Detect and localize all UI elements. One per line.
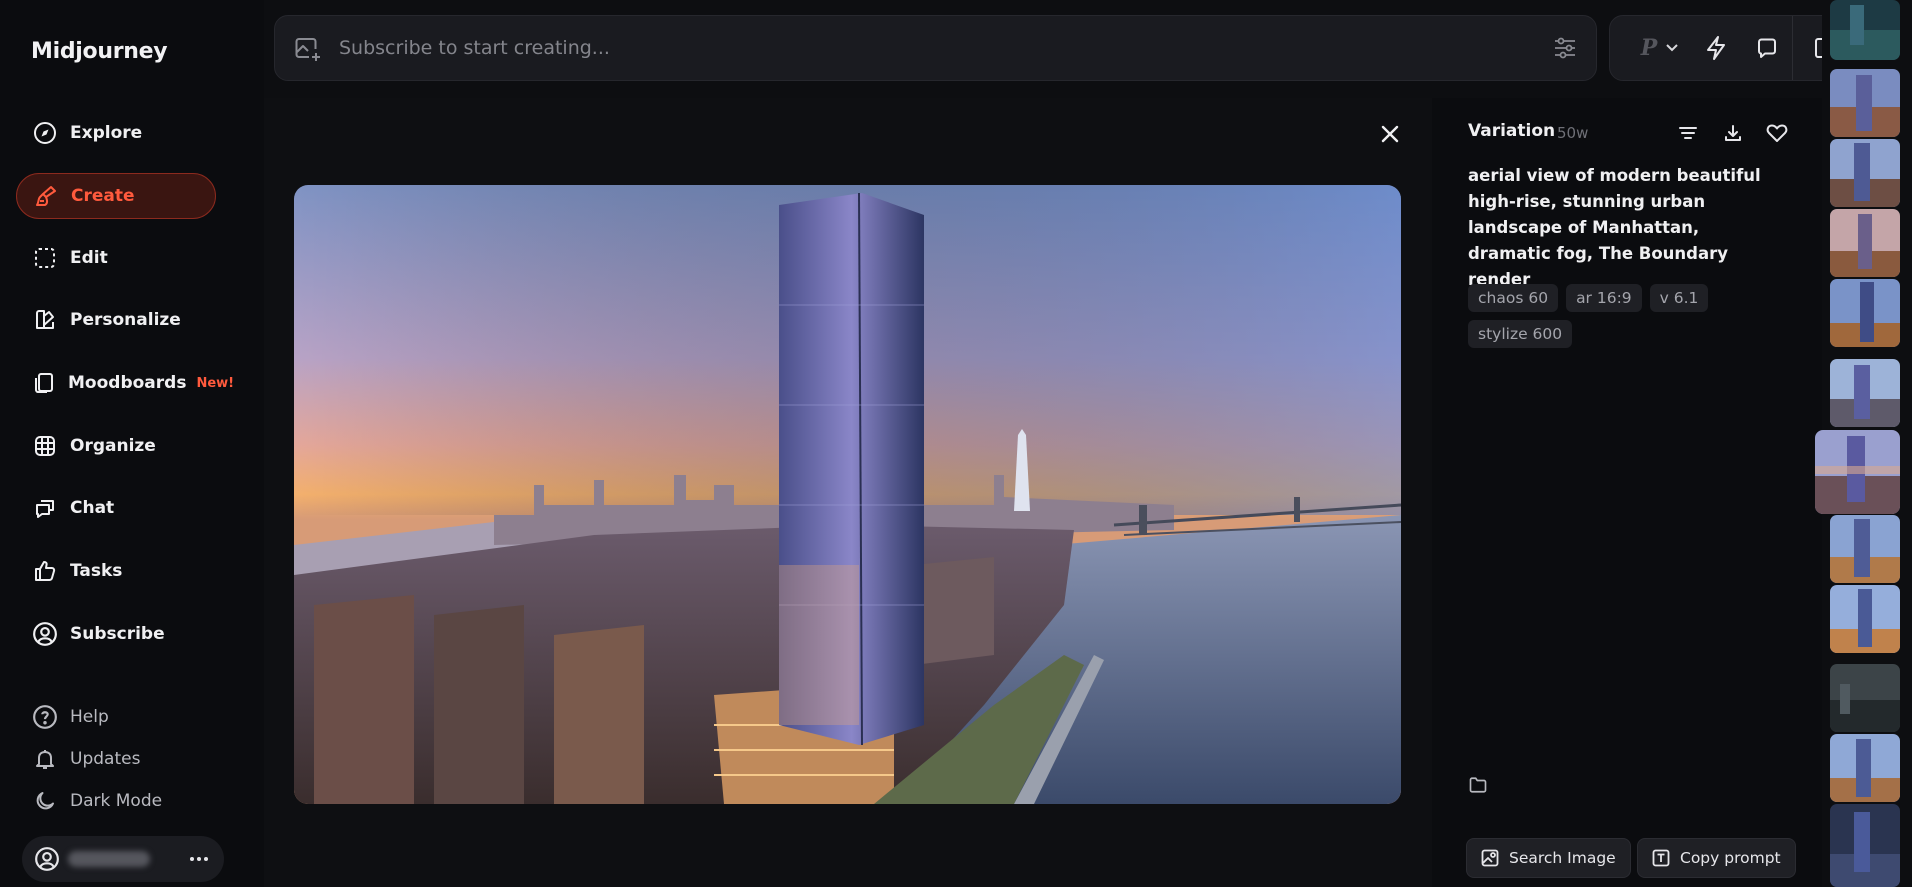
- folder-icon: [1468, 776, 1488, 794]
- like-button[interactable]: [1763, 119, 1791, 147]
- toolbar-divider: [1792, 16, 1793, 80]
- add-image-icon[interactable]: [291, 32, 323, 64]
- prompt-bar: [274, 15, 1597, 81]
- nav-chat-label: Chat: [70, 498, 115, 518]
- nav-create[interactable]: Create: [16, 173, 216, 219]
- brush-icon: [33, 183, 59, 209]
- download-icon: [1723, 123, 1743, 143]
- thumbs-up-icon: [32, 558, 58, 584]
- thumbnail[interactable]: [1830, 734, 1900, 802]
- personalize-label: P: [1640, 35, 1658, 61]
- param-chip[interactable]: chaos 60: [1468, 284, 1559, 312]
- parameter-chips: chaos 60 ar 16:9 v 6.1 stylize 600: [1468, 284, 1768, 348]
- prompt-input[interactable]: [337, 36, 1552, 60]
- grid-icon: [32, 433, 58, 459]
- nav-subscribe[interactable]: Subscribe: [16, 611, 216, 657]
- image-search-icon: [1481, 849, 1499, 867]
- heart-icon: [1766, 123, 1788, 143]
- chat-mode-button[interactable]: [1745, 16, 1789, 80]
- generated-image[interactable]: [294, 185, 1401, 804]
- chat-icon: [32, 495, 58, 521]
- more-options-icon[interactable]: [188, 855, 210, 863]
- dark-mode-label: Dark Mode: [70, 791, 163, 811]
- user-menu[interactable]: [22, 836, 224, 882]
- app-logo[interactable]: Midjourney: [31, 39, 168, 64]
- thumbnail[interactable]: [1830, 585, 1900, 653]
- close-button[interactable]: [1374, 118, 1406, 150]
- nav-help-label: Help: [70, 707, 109, 727]
- prompt-text[interactable]: aerial view of modern beautiful high-ris…: [1468, 163, 1768, 293]
- help-icon: [32, 704, 58, 730]
- add-to-folder-button[interactable]: [1463, 770, 1493, 800]
- nav-explore-label: Explore: [70, 123, 143, 143]
- nav-help[interactable]: Help: [16, 699, 216, 735]
- nav-subscribe-label: Subscribe: [70, 624, 165, 644]
- nav-organize-label: Organize: [70, 436, 156, 456]
- moon-icon: [32, 788, 58, 814]
- details-menu-button[interactable]: [1674, 119, 1702, 147]
- chevron-down-icon: [1665, 43, 1679, 53]
- nav-edit[interactable]: Edit: [16, 235, 216, 281]
- nav-updates-label: Updates: [70, 749, 141, 769]
- menu-lines-icon: [1678, 125, 1698, 141]
- param-chip[interactable]: ar 16:9: [1566, 284, 1642, 312]
- close-icon: [1381, 125, 1399, 143]
- param-chip[interactable]: stylize 600: [1468, 320, 1573, 348]
- nav-edit-label: Edit: [70, 248, 108, 268]
- speed-button[interactable]: [1696, 16, 1736, 80]
- thumbnail[interactable]: [1830, 664, 1900, 732]
- avatar: [34, 846, 60, 872]
- variation-title: Variation: [1468, 121, 1556, 141]
- param-chip[interactable]: v 6.1: [1649, 284, 1709, 312]
- nav-tasks-label: Tasks: [70, 561, 123, 581]
- search-image-button[interactable]: Search Image: [1466, 838, 1631, 878]
- nav-moodboards[interactable]: Moodboards New!: [16, 360, 234, 406]
- download-button[interactable]: [1719, 119, 1747, 147]
- nav-updates[interactable]: Updates: [16, 741, 216, 777]
- text-copy-icon: [1652, 849, 1670, 867]
- search-image-label: Search Image: [1509, 849, 1616, 867]
- compass-icon: [32, 120, 58, 146]
- thumbnail[interactable]: [1830, 69, 1900, 137]
- bell-icon: [32, 746, 58, 772]
- nav-personalize-label: Personalize: [70, 310, 181, 330]
- personalize-icon: [32, 307, 58, 333]
- personalize-dropdown[interactable]: P: [1630, 16, 1690, 80]
- thumbnail[interactable]: [1830, 0, 1900, 60]
- thumbnail[interactable]: [1830, 209, 1900, 277]
- user-circle-icon: [32, 621, 58, 647]
- thumbnail[interactable]: [1830, 804, 1900, 887]
- thumbnail[interactable]: [1830, 139, 1900, 207]
- nav-personalize[interactable]: Personalize: [16, 297, 216, 343]
- settings-sliders-icon[interactable]: [1552, 35, 1578, 61]
- copy-prompt-button[interactable]: Copy prompt: [1637, 838, 1796, 878]
- copy-prompt-label: Copy prompt: [1680, 849, 1781, 867]
- sidebar: Midjourney Explore Create Edit Personali…: [0, 0, 264, 887]
- nav-chat[interactable]: Chat: [16, 485, 216, 531]
- new-badge: New!: [196, 375, 235, 391]
- nav-organize[interactable]: Organize: [16, 423, 216, 469]
- moodboard-icon: [32, 370, 56, 396]
- nav-explore[interactable]: Explore: [16, 110, 216, 156]
- variation-meta: 50w: [1557, 124, 1589, 142]
- nav-moodboards-label: Moodboards: [68, 373, 187, 393]
- nav-create-label: Create: [71, 186, 135, 206]
- blurred-username: [68, 851, 150, 867]
- edit-frame-icon: [32, 245, 58, 271]
- thumbnail-selected[interactable]: [1815, 430, 1900, 514]
- nav-tasks[interactable]: Tasks: [16, 548, 216, 594]
- thumbnail[interactable]: [1830, 359, 1900, 427]
- dark-mode-toggle[interactable]: Dark Mode: [16, 783, 216, 819]
- lightning-icon: [1704, 35, 1728, 61]
- chat-bubble-icon: [1755, 36, 1779, 60]
- thumbnail[interactable]: [1830, 279, 1900, 347]
- thumbnail[interactable]: [1830, 515, 1900, 583]
